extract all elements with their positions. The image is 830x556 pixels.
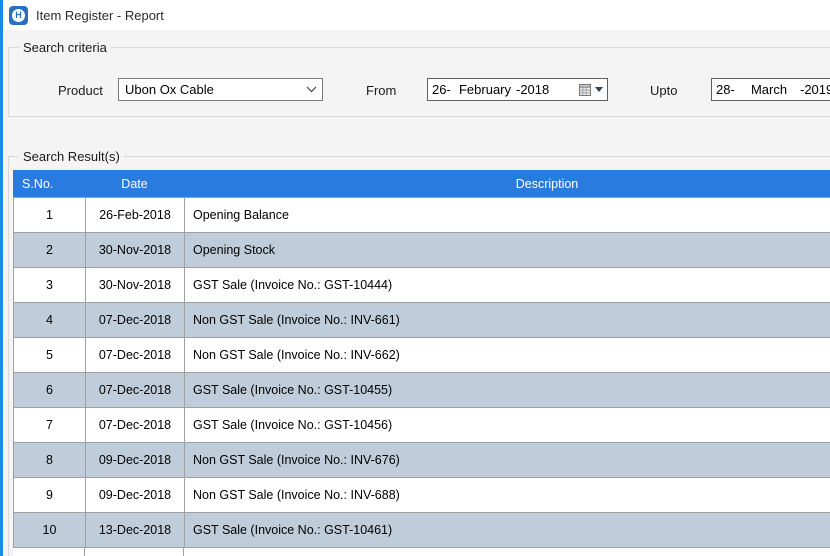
- column-header-sno[interactable]: S.No.: [13, 177, 85, 191]
- window-title: Item Register - Report: [36, 8, 164, 23]
- cell-date: 07-Dec-2018: [86, 373, 185, 407]
- cell-description: GST Sale (Invoice No.: GST-10444): [185, 268, 830, 302]
- cell-date: 09-Dec-2018: [86, 443, 185, 477]
- cell-description: Non GST Sale (Invoice No.: INV-676): [185, 443, 830, 477]
- column-header-description[interactable]: Description: [184, 177, 830, 191]
- cell-description: Non GST Sale (Invoice No.: INV-662): [185, 338, 830, 372]
- chevron-down-icon[interactable]: [300, 86, 322, 93]
- cell-date: 26-Feb-2018: [86, 198, 185, 232]
- from-date-dropdown[interactable]: [578, 83, 607, 97]
- app-logo-circle: H: [12, 9, 25, 22]
- cell-date: [85, 548, 184, 556]
- cell-date: 07-Dec-2018: [86, 338, 185, 372]
- cell-date: 07-Dec-2018: [86, 408, 185, 442]
- title-bar: H Item Register - Report: [0, 0, 830, 30]
- product-label: Product: [58, 83, 103, 98]
- cell-sno: 7: [14, 408, 86, 442]
- upto-date-picker[interactable]: 28- March -2019: [711, 78, 830, 101]
- left-accent-stripe: [0, 0, 3, 556]
- table-row[interactable]: 5 07-Dec-2018 Non GST Sale (Invoice No.:…: [14, 338, 830, 373]
- from-label: From: [366, 83, 396, 98]
- cell-description: [184, 548, 830, 556]
- cell-description: GST Sale (Invoice No.: GST-10456): [185, 408, 830, 442]
- cell-date: 30-Nov-2018: [86, 268, 185, 302]
- app-logo-letter: H: [15, 11, 22, 20]
- results-table-body: 1 26-Feb-2018 Opening Balance 2 30-Nov-2…: [13, 198, 830, 548]
- table-row[interactable]: 9 09-Dec-2018 Non GST Sale (Invoice No.:…: [14, 478, 830, 513]
- cell-date: 30-Nov-2018: [86, 233, 185, 267]
- table-row[interactable]: 8 09-Dec-2018 Non GST Sale (Invoice No.:…: [14, 443, 830, 478]
- results-table: S.No. Date Description 1 26-Feb-2018 Ope…: [13, 170, 830, 556]
- dropdown-arrow-icon: [595, 87, 603, 92]
- cell-description: GST Sale (Invoice No.: GST-10461): [185, 513, 830, 547]
- product-dropdown[interactable]: Ubon Ox Cable: [118, 78, 323, 101]
- cell-sno: [13, 548, 85, 556]
- from-date-picker[interactable]: 26- February -2018: [427, 78, 608, 101]
- item-register-window: H Item Register - Report Search criteria…: [0, 0, 830, 556]
- app-logo-icon: H: [9, 6, 28, 25]
- cell-description: Non GST Sale (Invoice No.: INV-661): [185, 303, 830, 337]
- product-dropdown-value: Ubon Ox Cable: [119, 82, 300, 97]
- upto-date-day[interactable]: 28-: [712, 82, 738, 97]
- cell-sno: 4: [14, 303, 86, 337]
- cell-date: 09-Dec-2018: [86, 478, 185, 512]
- cell-sno: 8: [14, 443, 86, 477]
- cell-sno: 2: [14, 233, 86, 267]
- column-header-date[interactable]: Date: [85, 177, 184, 191]
- cell-description: Non GST Sale (Invoice No.: INV-688): [185, 478, 830, 512]
- table-row[interactable]: 10 13-Dec-2018 GST Sale (Invoice No.: GS…: [14, 513, 830, 548]
- upto-label: Upto: [650, 83, 677, 98]
- upto-date-year[interactable]: -2019: [800, 82, 830, 97]
- table-row[interactable]: 7 07-Dec-2018 GST Sale (Invoice No.: GST…: [14, 408, 830, 443]
- cell-date: 13-Dec-2018: [86, 513, 185, 547]
- table-row[interactable]: 2 30-Nov-2018 Opening Stock: [14, 233, 830, 268]
- table-row[interactable]: 6 07-Dec-2018 GST Sale (Invoice No.: GST…: [14, 373, 830, 408]
- cell-sno: 1: [14, 198, 86, 232]
- table-row-partial: [13, 548, 830, 556]
- cell-sno: 6: [14, 373, 86, 407]
- cell-description: Opening Balance: [185, 198, 830, 232]
- search-results-legend: Search Result(s): [19, 149, 124, 164]
- table-row[interactable]: 3 30-Nov-2018 GST Sale (Invoice No.: GST…: [14, 268, 830, 303]
- cell-sno: 3: [14, 268, 86, 302]
- upto-date-month[interactable]: March: [738, 82, 800, 97]
- results-table-header: S.No. Date Description: [13, 170, 830, 198]
- from-date-month[interactable]: February: [454, 82, 516, 97]
- content-area: Search criteria Product Ubon Ox Cable Fr…: [0, 30, 830, 556]
- search-criteria-legend: Search criteria: [19, 40, 111, 55]
- cell-date: 07-Dec-2018: [86, 303, 185, 337]
- table-row[interactable]: 1 26-Feb-2018 Opening Balance: [14, 198, 830, 233]
- from-date-year[interactable]: -2018: [516, 82, 549, 97]
- table-row[interactable]: 4 07-Dec-2018 Non GST Sale (Invoice No.:…: [14, 303, 830, 338]
- cell-sno: 9: [14, 478, 86, 512]
- cell-description: GST Sale (Invoice No.: GST-10455): [185, 373, 830, 407]
- calendar-icon: [578, 83, 592, 97]
- cell-sno: 10: [14, 513, 86, 547]
- cell-sno: 5: [14, 338, 86, 372]
- from-date-day[interactable]: 26-: [428, 82, 454, 97]
- cell-description: Opening Stock: [185, 233, 830, 267]
